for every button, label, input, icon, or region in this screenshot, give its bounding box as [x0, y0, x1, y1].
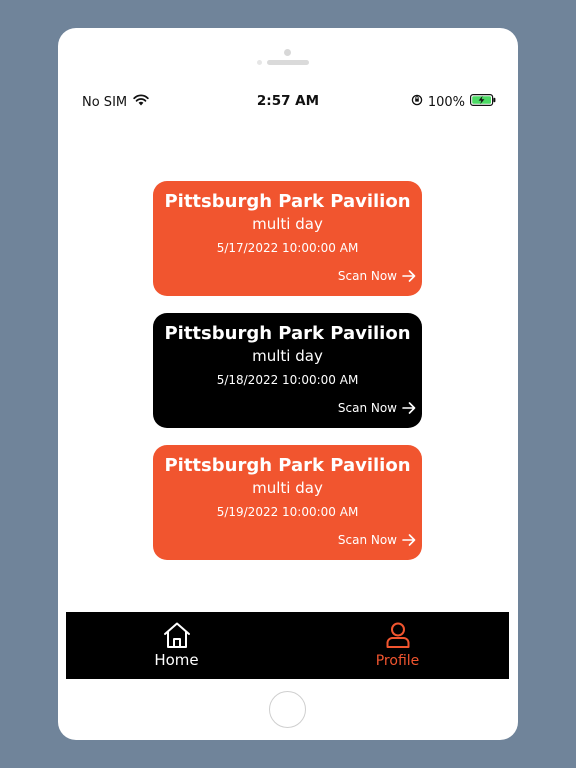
event-date: 5/17/2022 10:00:00 AM [216, 241, 359, 255]
tab-profile[interactable]: Profile [287, 612, 508, 679]
status-bar: No SIM 2:57 AM 100% [66, 90, 510, 114]
event-card[interactable]: Pittsburgh Park Pavilion multi day 5/19/… [153, 445, 422, 560]
status-right: 100% [411, 94, 496, 110]
scan-now-label: Scan Now [337, 401, 397, 415]
event-title: Pittsburgh Park Pavilion [164, 323, 411, 344]
scan-now-button[interactable]: Scan Now [338, 401, 416, 415]
event-date: 5/19/2022 10:00:00 AM [216, 505, 359, 519]
arrow-right-icon [402, 402, 416, 414]
event-type: multi day [252, 215, 323, 233]
arrow-right-icon [402, 534, 416, 546]
event-type: multi day [252, 347, 323, 365]
event-card[interactable]: Pittsburgh Park Pavilion multi day 5/17/… [153, 181, 422, 296]
bottom-tab-bar: Home Profile [66, 612, 509, 679]
scan-now-label: Scan Now [337, 269, 397, 283]
event-card[interactable]: Pittsburgh Park Pavilion multi day 5/18/… [153, 313, 422, 428]
person-icon [287, 621, 508, 649]
event-title: Pittsburgh Park Pavilion [164, 191, 411, 212]
speaker [267, 60, 309, 65]
sensor [257, 60, 262, 65]
tab-profile-label: Profile [375, 653, 420, 669]
scan-now-button[interactable]: Scan Now [338, 533, 416, 547]
event-date: 5/18/2022 10:00:00 AM [216, 373, 359, 387]
battery-charging-icon [470, 94, 496, 110]
scan-now-button[interactable]: Scan Now [338, 269, 416, 283]
tab-home-label: Home [154, 651, 199, 669]
home-icon [66, 621, 287, 649]
event-title: Pittsburgh Park Pavilion [164, 455, 411, 476]
device-home-button[interactable] [269, 691, 306, 728]
event-type: multi day [252, 479, 323, 497]
battery-percent: 100% [427, 94, 465, 110]
scan-now-label: Scan Now [337, 533, 397, 547]
tab-home[interactable]: Home [66, 612, 287, 679]
camera [284, 49, 291, 56]
tablet-frame: No SIM 2:57 AM 100% Pittsburgh Park Pavi… [58, 28, 518, 740]
arrow-right-icon [402, 270, 416, 282]
orientation-lock-icon [411, 94, 423, 110]
